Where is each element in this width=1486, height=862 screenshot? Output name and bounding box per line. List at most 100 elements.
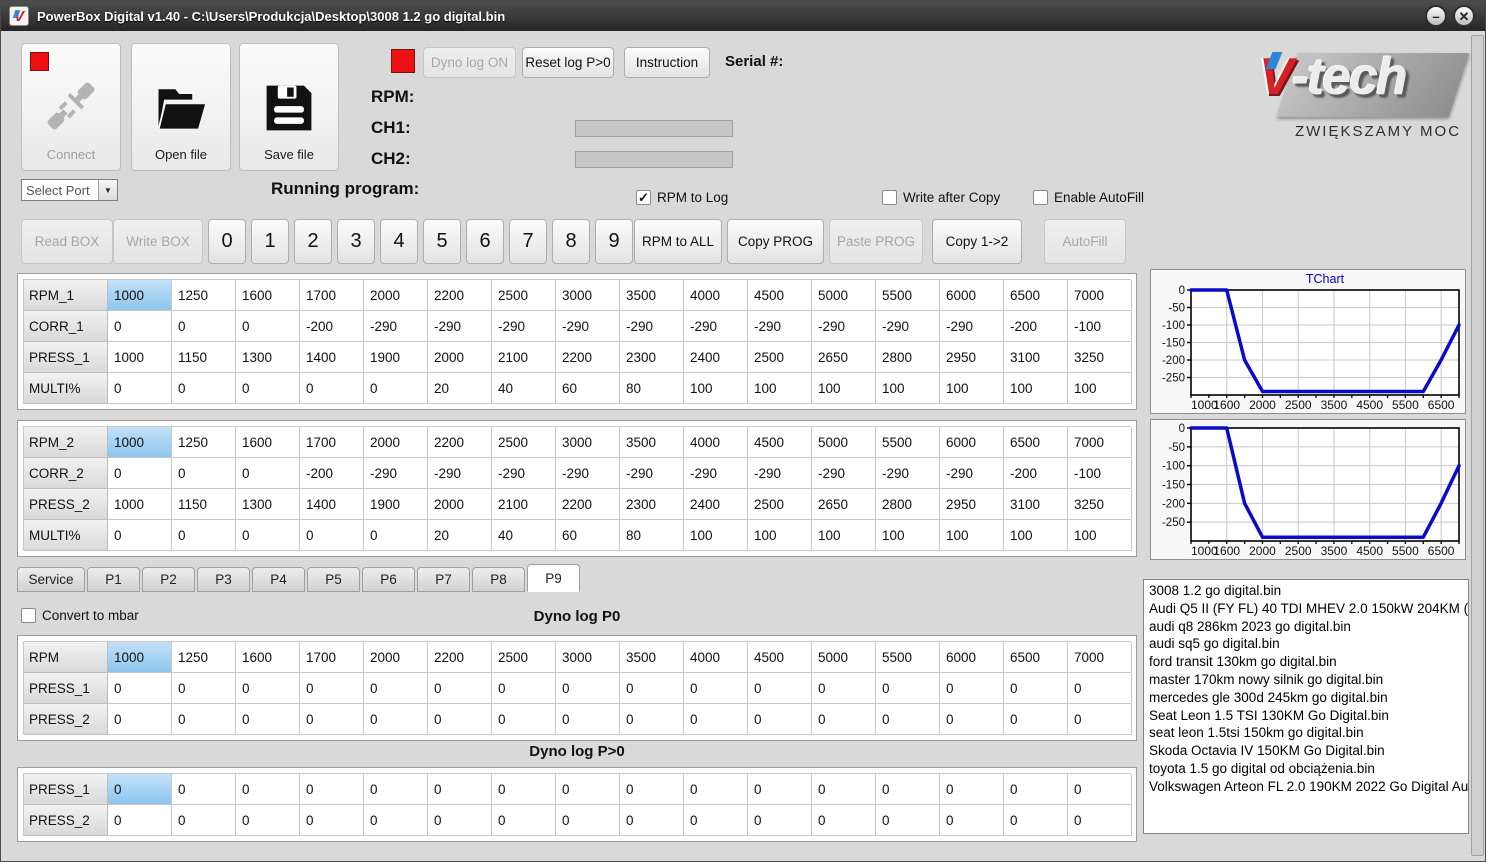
- table-cell[interactable]: 3500: [620, 280, 684, 311]
- table-cell[interactable]: 0: [876, 673, 940, 704]
- table-cell[interactable]: 0: [684, 774, 748, 805]
- table-cell[interactable]: 1700: [300, 427, 364, 458]
- table-cell[interactable]: 3500: [620, 642, 684, 673]
- table-cell[interactable]: 1250: [172, 642, 236, 673]
- paste-prog-button[interactable]: Paste PROG: [829, 219, 923, 264]
- table-cell[interactable]: 0: [236, 774, 300, 805]
- table-cell[interactable]: -290: [684, 458, 748, 489]
- copy-prog-button[interactable]: Copy PROG: [727, 219, 824, 264]
- copy-1-2-button[interactable]: Copy 1->2: [932, 219, 1022, 264]
- table-cell[interactable]: 100: [748, 520, 812, 551]
- table-cell[interactable]: 0: [108, 520, 172, 551]
- tab-p1[interactable]: P1: [87, 567, 140, 592]
- tab-p8[interactable]: P8: [472, 567, 525, 592]
- table-cell[interactable]: 2100: [492, 489, 556, 520]
- table-cell[interactable]: 2500: [492, 427, 556, 458]
- minimize-button[interactable]: –: [1425, 5, 1447, 27]
- table-cell[interactable]: 0: [940, 774, 1004, 805]
- table-cell[interactable]: 0: [172, 520, 236, 551]
- table-cell[interactable]: 0: [492, 704, 556, 735]
- table-cell[interactable]: 0: [108, 704, 172, 735]
- table-cell[interactable]: 4000: [684, 280, 748, 311]
- table-cell[interactable]: -290: [748, 311, 812, 342]
- table-cell[interactable]: 0: [812, 774, 876, 805]
- table-cell[interactable]: 0: [876, 774, 940, 805]
- vertical-scrollbar[interactable]: [1471, 35, 1484, 856]
- table-cell[interactable]: 100: [684, 520, 748, 551]
- table-cell[interactable]: -290: [876, 458, 940, 489]
- table-cell[interactable]: 100: [876, 373, 940, 404]
- tab-p2[interactable]: P2: [142, 567, 195, 592]
- table-cell[interactable]: 100: [1068, 520, 1132, 551]
- table-cell[interactable]: -200: [1004, 311, 1068, 342]
- table-cell[interactable]: 2200: [556, 342, 620, 373]
- table-cell[interactable]: 20: [428, 373, 492, 404]
- table-cell[interactable]: 0: [556, 774, 620, 805]
- table-cell[interactable]: 0: [1004, 673, 1068, 704]
- enable-autofill-checkbox[interactable]: Enable AutoFill: [1033, 190, 1144, 205]
- table-cell[interactable]: 100: [940, 520, 1004, 551]
- table-cell[interactable]: 100: [876, 520, 940, 551]
- table-cell[interactable]: 0: [748, 805, 812, 836]
- table-cell[interactable]: 0: [492, 805, 556, 836]
- table-cell[interactable]: 2300: [620, 489, 684, 520]
- table-cell[interactable]: 0: [236, 311, 300, 342]
- digit-7-button[interactable]: 7: [509, 219, 547, 264]
- table-cell[interactable]: 0: [108, 805, 172, 836]
- table-cell[interactable]: 100: [1068, 373, 1132, 404]
- digit-9-button[interactable]: 9: [595, 219, 633, 264]
- tab-p3[interactable]: P3: [197, 567, 250, 592]
- table-cell[interactable]: 0: [748, 774, 812, 805]
- table-cell[interactable]: -100: [1068, 458, 1132, 489]
- autofill-button[interactable]: AutoFill: [1044, 219, 1126, 264]
- table-cell[interactable]: 0: [300, 673, 364, 704]
- table-cell[interactable]: -200: [1004, 458, 1068, 489]
- table-cell[interactable]: 0: [236, 673, 300, 704]
- table-cell[interactable]: 1000: [108, 280, 172, 311]
- table-cell[interactable]: 1000: [108, 489, 172, 520]
- table-cell[interactable]: 0: [236, 805, 300, 836]
- table-cell[interactable]: 5500: [876, 427, 940, 458]
- dyno-log-on-button[interactable]: Dyno log ON: [423, 47, 516, 78]
- table-cell[interactable]: 3100: [1004, 342, 1068, 373]
- table-cell[interactable]: -290: [684, 311, 748, 342]
- table-cell[interactable]: 100: [940, 373, 1004, 404]
- table-cell[interactable]: 2200: [428, 280, 492, 311]
- table-cell[interactable]: 1300: [236, 489, 300, 520]
- table-cell[interactable]: 5500: [876, 280, 940, 311]
- table-cell[interactable]: 2400: [684, 489, 748, 520]
- table-cell[interactable]: 0: [940, 805, 1004, 836]
- table-cell[interactable]: -290: [364, 458, 428, 489]
- file-list-item[interactable]: master 170km nowy silnik go digital.bin: [1149, 671, 1463, 689]
- table-cell[interactable]: 0: [364, 805, 428, 836]
- table-cell[interactable]: 0: [620, 673, 684, 704]
- table-cell[interactable]: 1600: [236, 427, 300, 458]
- table-cell[interactable]: 0: [172, 805, 236, 836]
- table-cell[interactable]: 6000: [940, 427, 1004, 458]
- table-cell[interactable]: 0: [492, 673, 556, 704]
- table-cell[interactable]: 2000: [364, 280, 428, 311]
- table-cell[interactable]: 2650: [812, 342, 876, 373]
- table-cell[interactable]: 0: [556, 704, 620, 735]
- table-cell[interactable]: 6500: [1004, 280, 1068, 311]
- table-cell[interactable]: 0: [1004, 774, 1068, 805]
- table-cell[interactable]: 2200: [428, 642, 492, 673]
- table-cell[interactable]: 0: [684, 704, 748, 735]
- table-cell[interactable]: 7000: [1068, 642, 1132, 673]
- rpm-to-all-button[interactable]: RPM to ALL: [634, 219, 722, 264]
- table-cell[interactable]: -290: [940, 311, 1004, 342]
- digit-5-button[interactable]: 5: [423, 219, 461, 264]
- table-cell[interactable]: 1700: [300, 280, 364, 311]
- file-list-item[interactable]: Volkswagen Arteon FL 2.0 190KM 2022 Go D…: [1149, 778, 1468, 796]
- table-cell[interactable]: 1700: [300, 642, 364, 673]
- table-cell[interactable]: 1400: [300, 342, 364, 373]
- write-after-copy-checkbox[interactable]: Write after Copy: [882, 190, 1000, 205]
- file-list-item[interactable]: seat leon 1.5tsi 150km go digital.bin: [1149, 724, 1463, 742]
- digit-6-button[interactable]: 6: [466, 219, 504, 264]
- table-cell[interactable]: -290: [428, 311, 492, 342]
- table-cell[interactable]: 7000: [1068, 427, 1132, 458]
- table-cell[interactable]: 0: [684, 805, 748, 836]
- connect-button[interactable]: Connect: [21, 43, 121, 171]
- table-cell[interactable]: 3000: [556, 427, 620, 458]
- table-cell[interactable]: 3500: [620, 427, 684, 458]
